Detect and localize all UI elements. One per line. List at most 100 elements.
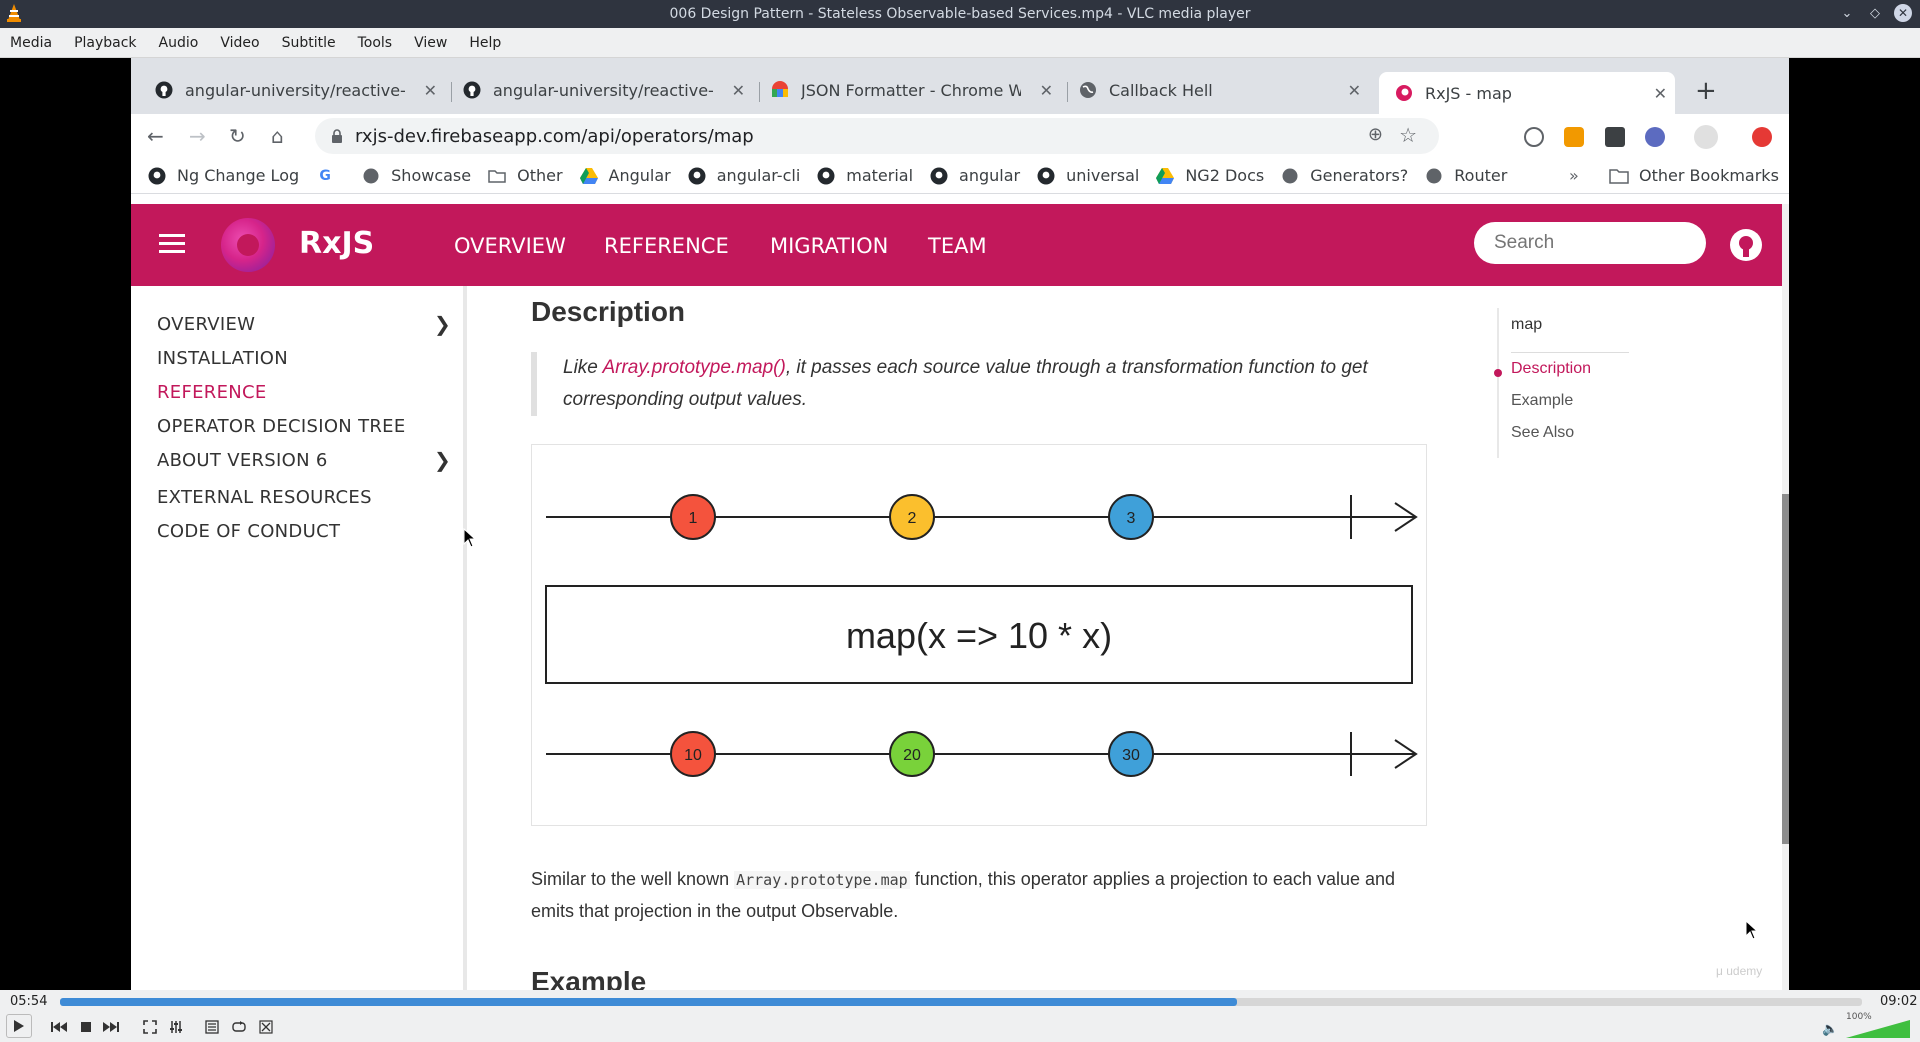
stop-button[interactable] [75,1016,97,1038]
sidebar-item-code-of-conduct[interactable]: CODE OF CONDUCT [157,521,340,542]
new-tab-icon[interactable]: + [1695,76,1717,106]
maximize-icon[interactable]: ◇ [1866,4,1884,22]
marble-in-2: 2 [889,494,935,540]
reload-icon[interactable]: ↻ [229,124,246,148]
chevron-right-icon[interactable]: ❯ [434,448,451,472]
bookmarks-overflow-icon[interactable]: » [1569,166,1579,185]
menu-video[interactable]: Video [210,35,271,51]
toc-item-description[interactable]: Description [1511,360,1591,378]
forward-icon[interactable]: → [189,124,206,148]
back-icon[interactable]: ← [147,124,164,148]
bookmark-item[interactable]: G [316,167,345,185]
bookmark-item[interactable]: material [817,166,913,185]
toc-item-example[interactable]: Example [1511,392,1573,410]
toc-title[interactable]: map [1511,316,1542,334]
toc-item-see-also[interactable]: See Also [1511,424,1574,442]
sidebar-item-external-resources[interactable]: EXTERNAL RESOURCES [157,487,372,508]
seek-bar[interactable] [60,998,1862,1006]
play-button[interactable] [6,1014,32,1038]
bookmark-item[interactable]: Angular [579,166,671,185]
search-input[interactable] [1474,222,1706,264]
bookmark-item[interactable]: universal [1037,166,1139,185]
menu-help[interactable]: Help [459,35,513,51]
extended-settings-button[interactable] [165,1016,187,1038]
sidebar-item-overview[interactable]: OVERVIEW [157,314,255,335]
video-area[interactable]: angular-university/reactive-an ✕ angular… [0,58,1920,990]
skip-forward-icon [103,1022,119,1032]
bookmark-item[interactable]: NG2 Docs [1156,166,1264,185]
marble-out-30: 30 [1108,731,1154,777]
sidebar-item-installation[interactable]: INSTALLATION [157,348,288,369]
vlc-cone-icon [7,4,21,22]
bookmark-item[interactable]: Showcase [362,166,471,185]
close-icon[interactable]: ✕ [1894,4,1912,22]
drive-icon [579,167,598,185]
sidebar-item-operator-decision-tree[interactable]: OPERATOR DECISION TREE [157,416,406,437]
shuffle-button[interactable] [255,1016,277,1038]
tab-close-icon[interactable]: ✕ [424,81,437,100]
extension-icon[interactable] [1605,127,1625,147]
nav-migration[interactable]: MIGRATION [770,234,888,258]
browser-tab-active[interactable]: RxJS - map ✕ [1379,72,1675,114]
browser-tab[interactable]: angular-university/reactive-an ✕ [457,72,753,108]
github-icon[interactable] [1729,228,1763,262]
sidebar-nav: OVERVIEW ❯ INSTALLATION REFERENCE OPERAT… [131,286,467,990]
menu-audio[interactable]: Audio [149,35,211,51]
other-bookmarks[interactable]: Other Bookmarks [1609,166,1779,185]
menu-subtitle[interactable]: Subtitle [272,35,348,51]
vlc-controls: 05:54 09:02 🔈 100% [0,990,1920,1042]
tab-close-icon[interactable]: ✕ [1654,84,1667,103]
previous-button[interactable] [48,1016,70,1038]
chevron-right-icon[interactable]: ❯ [434,312,451,336]
description-heading: Description [531,296,686,327]
tab-close-icon[interactable]: ✕ [1040,81,1053,100]
bookmark-item[interactable]: Ng Change Log [148,166,299,185]
toc-divider [1511,352,1629,353]
address-bar[interactable]: rxjs-dev.firebaseapp.com/api/operators/m… [315,118,1439,154]
extension-icon[interactable] [1752,127,1772,147]
menu-tools[interactable]: Tools [348,35,405,51]
menu-playback[interactable]: Playback [64,35,148,51]
tab-close-icon[interactable]: ✕ [732,81,745,100]
browser-tab[interactable]: angular-university/reactive-an ✕ [149,72,445,108]
minimize-icon[interactable]: ⌄ [1838,4,1856,22]
nav-reference[interactable]: REFERENCE [604,234,729,258]
nav-overview[interactable]: OVERVIEW [454,234,566,258]
add-icon[interactable]: ⊕ [1368,124,1383,145]
menu-media[interactable]: Media [0,35,64,51]
menu-view[interactable]: View [404,35,459,51]
marble-label: 2 [908,510,917,527]
bookmark-item[interactable]: Other [488,166,563,185]
home-icon[interactable]: ⌂ [271,124,284,148]
description-paragraph: Similar to the well known Array.prototyp… [531,864,1431,927]
udemy-watermark: μ udemy [1716,964,1763,978]
profile-avatar[interactable] [1694,125,1718,149]
bookmark-item[interactable]: angular [930,166,1020,185]
rxjs-logo[interactable] [221,218,275,272]
nav-team[interactable]: TEAM [928,234,987,258]
extension-icon[interactable] [1564,127,1584,147]
loop-button[interactable] [228,1016,250,1038]
volume-slider[interactable] [1846,1020,1910,1040]
fullscreen-button[interactable] [139,1016,161,1038]
globe-icon [1281,167,1299,185]
browser-tab[interactable]: Callback Hell ✕ [1073,72,1369,108]
extension-icon[interactable] [1524,127,1544,147]
array-map-link[interactable]: Array.prototype.map() [602,357,785,378]
next-button[interactable] [100,1016,122,1038]
bookmark-item[interactable]: Router [1425,166,1507,185]
volume-control[interactable]: 🔈 100% [1822,1012,1916,1038]
tab-close-icon[interactable]: ✕ [1348,81,1361,100]
bookmark-item[interactable]: angular-cli [688,166,800,185]
rxjs-brand[interactable]: RxJS [299,226,374,261]
browser-tab[interactable]: JSON Formatter - Chrome Wel ✕ [765,72,1061,108]
sidebar-item-about-version-6[interactable]: ABOUT VERSION 6 [157,450,328,471]
playlist-button[interactable] [201,1016,223,1038]
scrollbar-thumb[interactable] [1782,494,1789,844]
bookmark-item[interactable]: Generators? [1281,166,1408,185]
bookmark-star-icon[interactable]: ☆ [1399,123,1417,147]
sidebar-item-reference[interactable]: REFERENCE [157,382,267,403]
hamburger-menu-icon[interactable] [159,234,185,254]
browser-window: angular-university/reactive-an ✕ angular… [131,58,1789,990]
extension-icon[interactable] [1645,127,1665,147]
